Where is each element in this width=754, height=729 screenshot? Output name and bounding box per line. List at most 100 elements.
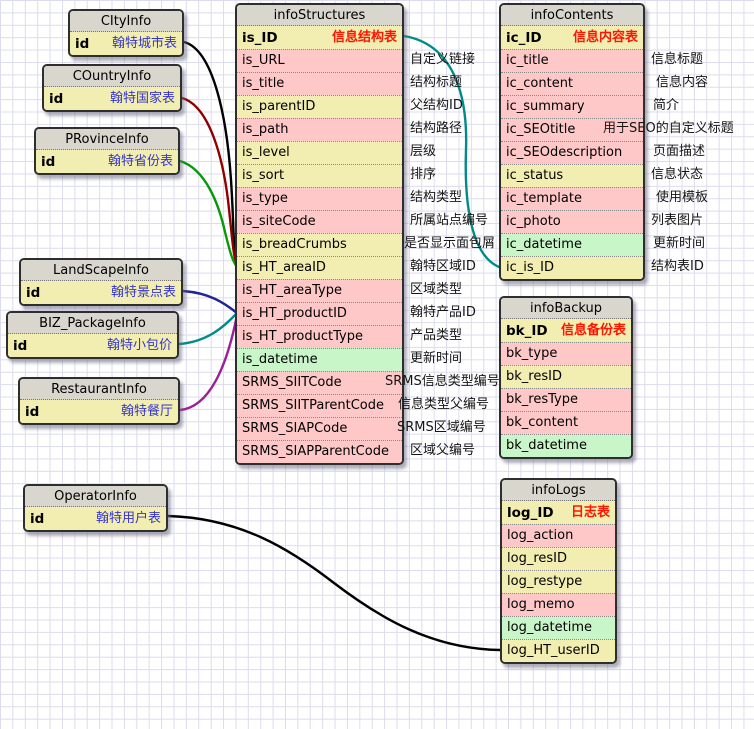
- table-infoBackup[interactable]: infoBackupbk_ID信息备份表bk_typebk_resIDbk_re…: [499, 296, 633, 459]
- field-row-infoLogs-log_ID[interactable]: log_ID日志表: [502, 501, 615, 524]
- table-title-PRovinceInfo[interactable]: PRovinceInfo: [36, 129, 178, 150]
- field-row-infoStructures-is_ID[interactable]: is_ID信息结构表: [237, 26, 402, 49]
- field-row-RestaurantInfo-id[interactable]: id翰特餐厅: [20, 400, 178, 423]
- table-BIZ_PackageInfo[interactable]: BIZ_PackageInfoid翰特小包价: [6, 311, 179, 359]
- relationship-line-CItyInfo.id-to-infoStructures.is_HT_areaID[interactable]: [184, 42, 237, 266]
- table-title-COuntryInfo[interactable]: COuntryInfo: [44, 66, 180, 87]
- field-row-infoContents-ic_template[interactable]: ic_template: [501, 187, 643, 210]
- field-row-infoBackup-bk_ID[interactable]: bk_ID信息备份表: [501, 319, 631, 342]
- field-name: ic_SEOdescription: [506, 142, 622, 164]
- field-row-infoContents-ic_SEOdescription[interactable]: ic_SEOdescription: [501, 141, 643, 164]
- field-row-infoLogs-log_datetime[interactable]: log_datetime: [502, 616, 615, 639]
- field-annotation-ic_is_ID: 结构表ID: [651, 258, 704, 276]
- field-name: ic_ID: [506, 27, 542, 49]
- table-cn-name-note: 翰特用户表: [96, 508, 161, 530]
- field-row-infoStructures-is_datetime[interactable]: is_datetime: [237, 348, 402, 371]
- field-name: bk_type: [506, 343, 557, 365]
- field-row-LandScapeInfo-id[interactable]: id翰特景点表: [21, 281, 181, 304]
- field-row-infoStructures-is_level[interactable]: is_level: [237, 141, 402, 164]
- field-row-infoLogs-log_resID[interactable]: log_resID: [502, 547, 615, 570]
- field-row-OperatorInfo-id[interactable]: id翰特用户表: [25, 507, 166, 530]
- field-row-infoBackup-bk_content[interactable]: bk_content: [501, 411, 631, 434]
- field-row-infoContents-ic_summary[interactable]: ic_summary: [501, 95, 643, 118]
- field-row-CItyInfo-id[interactable]: id翰特城市表: [70, 32, 182, 55]
- table-infoLogs[interactable]: infoLogslog_ID日志表log_actionlog_resIDlog_…: [500, 478, 617, 664]
- field-row-PRovinceInfo-id[interactable]: id翰特省份表: [36, 150, 178, 173]
- field-row-BIZ_PackageInfo-id[interactable]: id翰特小包价: [8, 334, 177, 357]
- field-row-infoStructures-is_HT_areaID[interactable]: is_HT_areaID: [237, 256, 402, 279]
- field-row-infoStructures-is_URL[interactable]: is_URL: [237, 49, 402, 72]
- field-row-infoLogs-log_restype[interactable]: log_restype: [502, 570, 615, 593]
- field-row-infoStructures-is_sort[interactable]: is_sort: [237, 164, 402, 187]
- field-row-infoStructures-SRMS_SIAPCode[interactable]: SRMS_SIAPCode: [237, 417, 402, 440]
- field-row-infoBackup-bk_resID[interactable]: bk_resID: [501, 365, 631, 388]
- field-row-infoContents-ic_status[interactable]: ic_status: [501, 164, 643, 187]
- table-title-OperatorInfo[interactable]: OperatorInfo: [25, 486, 166, 507]
- field-row-infoStructures-is_path[interactable]: is_path: [237, 118, 402, 141]
- field-row-infoStructures-SRMS_SIAPParentCode[interactable]: SRMS_SIAPParentCode: [237, 440, 402, 463]
- table-title-CItyInfo[interactable]: CItyInfo: [70, 11, 182, 32]
- table-RestaurantInfo[interactable]: RestaurantInfoid翰特餐厅: [18, 377, 180, 425]
- table-cn-name-note: 信息内容表: [573, 27, 638, 49]
- field-name: ic_datetime: [506, 234, 582, 256]
- field-annotation-ic_datetime: 更新时间: [653, 235, 705, 253]
- field-row-infoStructures-SRMS_SIITCode[interactable]: SRMS_SIITCode: [237, 371, 402, 394]
- field-row-infoContents-ic_title[interactable]: ic_title: [501, 49, 643, 72]
- field-name: id: [13, 335, 27, 357]
- field-row-COuntryInfo-id[interactable]: id翰特国家表: [44, 87, 180, 110]
- field-annotation-is_path: 结构路径: [410, 120, 462, 138]
- table-infoContents[interactable]: infoContentsic_ID 信息内容表ic_titleic_content…: [499, 3, 645, 281]
- field-row-infoStructures-is_title[interactable]: is_title: [237, 72, 402, 95]
- table-infoStructures[interactable]: infoStructuresis_ID信息结构表is_URLis_titleis…: [235, 3, 404, 465]
- field-name: bk_ID: [506, 320, 548, 342]
- field-row-infoStructures-SRMS_SIITParentCode[interactable]: SRMS_SIITParentCode: [237, 394, 402, 417]
- relationship-line-LandScapeInfo.id-to-infoStructures.is_HT_productID[interactable]: [183, 291, 237, 313]
- field-row-infoLogs-log_action[interactable]: log_action: [502, 524, 615, 547]
- table-title-infoContents[interactable]: infoContents: [501, 5, 643, 26]
- field-name: log_action: [507, 525, 573, 547]
- field-name: SRMS_SIITCode: [242, 372, 342, 394]
- field-row-infoBackup-bk_type[interactable]: bk_type: [501, 342, 631, 365]
- field-row-infoStructures-is_type[interactable]: is_type: [237, 187, 402, 210]
- table-CItyInfo[interactable]: CItyInfoid翰特城市表: [68, 9, 184, 57]
- table-title-infoStructures[interactable]: infoStructures: [237, 5, 402, 26]
- field-name: log_datetime: [507, 617, 592, 639]
- table-title-LandScapeInfo[interactable]: LandScapeInfo: [21, 260, 181, 281]
- field-row-infoContents-ic_content[interactable]: ic_content: [501, 72, 643, 95]
- table-PRovinceInfo[interactable]: PRovinceInfoid翰特省份表: [34, 127, 180, 175]
- table-LandScapeInfo[interactable]: LandScapeInfoid翰特景点表: [19, 258, 183, 306]
- field-row-infoLogs-log_HT_userID[interactable]: log_HT_userID: [502, 639, 615, 662]
- relationship-line-OperatorInfo.id-to-infoLogs.log_HT_userID[interactable]: [168, 516, 500, 650]
- table-title-BIZ_PackageInfo[interactable]: BIZ_PackageInfo: [8, 313, 177, 334]
- field-row-infoStructures-is_parentID[interactable]: is_parentID: [237, 95, 402, 118]
- field-row-infoStructures-is_breadCrumbs[interactable]: is_breadCrumbs: [237, 233, 402, 256]
- field-annotation-SRMS_SIITCode: SRMS信息类型编号: [385, 373, 500, 391]
- field-name: is_breadCrumbs: [242, 234, 347, 256]
- field-row-infoBackup-bk_resType[interactable]: bk_resType: [501, 388, 631, 411]
- field-name: ic_summary: [506, 96, 585, 118]
- field-name: bk_datetime: [506, 435, 587, 457]
- field-name: is_HT_areaID: [242, 257, 326, 279]
- table-title-infoLogs[interactable]: infoLogs: [502, 480, 615, 501]
- field-row-infoContents-ic_ID[interactable]: ic_ID 信息内容表: [501, 26, 643, 49]
- field-row-infoStructures-is_siteCode[interactable]: is_siteCode: [237, 210, 402, 233]
- relationship-line-BIZ_PackageInfo.id-to-infoStructures.is_HT_productID[interactable]: [179, 313, 237, 344]
- field-row-infoStructures-is_HT_productID[interactable]: is_HT_productID: [237, 302, 402, 325]
- field-annotation-is_sort: 排序: [410, 166, 436, 184]
- field-row-infoContents-ic_is_ID[interactable]: ic_is_ID: [501, 256, 643, 279]
- field-row-infoStructures-is_HT_productType[interactable]: is_HT_productType: [237, 325, 402, 348]
- field-name: SRMS_SIAPParentCode: [242, 441, 389, 463]
- table-COuntryInfo[interactable]: COuntryInfoid翰特国家表: [42, 64, 182, 112]
- relationship-line-RestaurantInfo.id-to-infoStructures.is_HT_productID[interactable]: [180, 315, 237, 410]
- field-row-infoStructures-is_HT_areaType[interactable]: is_HT_areaType: [237, 279, 402, 302]
- table-cn-name-note: 翰特景点表: [111, 282, 176, 304]
- table-title-infoBackup[interactable]: infoBackup: [501, 298, 631, 319]
- field-row-infoBackup-bk_datetime[interactable]: bk_datetime: [501, 434, 631, 457]
- table-title-RestaurantInfo[interactable]: RestaurantInfo: [20, 379, 178, 400]
- relationship-line-COuntryInfo.id-to-infoStructures.is_HT_areaID[interactable]: [182, 98, 237, 266]
- field-annotation-ic_title: 信息标题: [651, 51, 703, 69]
- field-row-infoContents-ic_photo[interactable]: ic_photo: [501, 210, 643, 233]
- field-row-infoContents-ic_datetime[interactable]: ic_datetime: [501, 233, 643, 256]
- field-row-infoLogs-log_memo[interactable]: log_memo: [502, 593, 615, 616]
- table-OperatorInfo[interactable]: OperatorInfoid翰特用户表: [23, 484, 168, 532]
